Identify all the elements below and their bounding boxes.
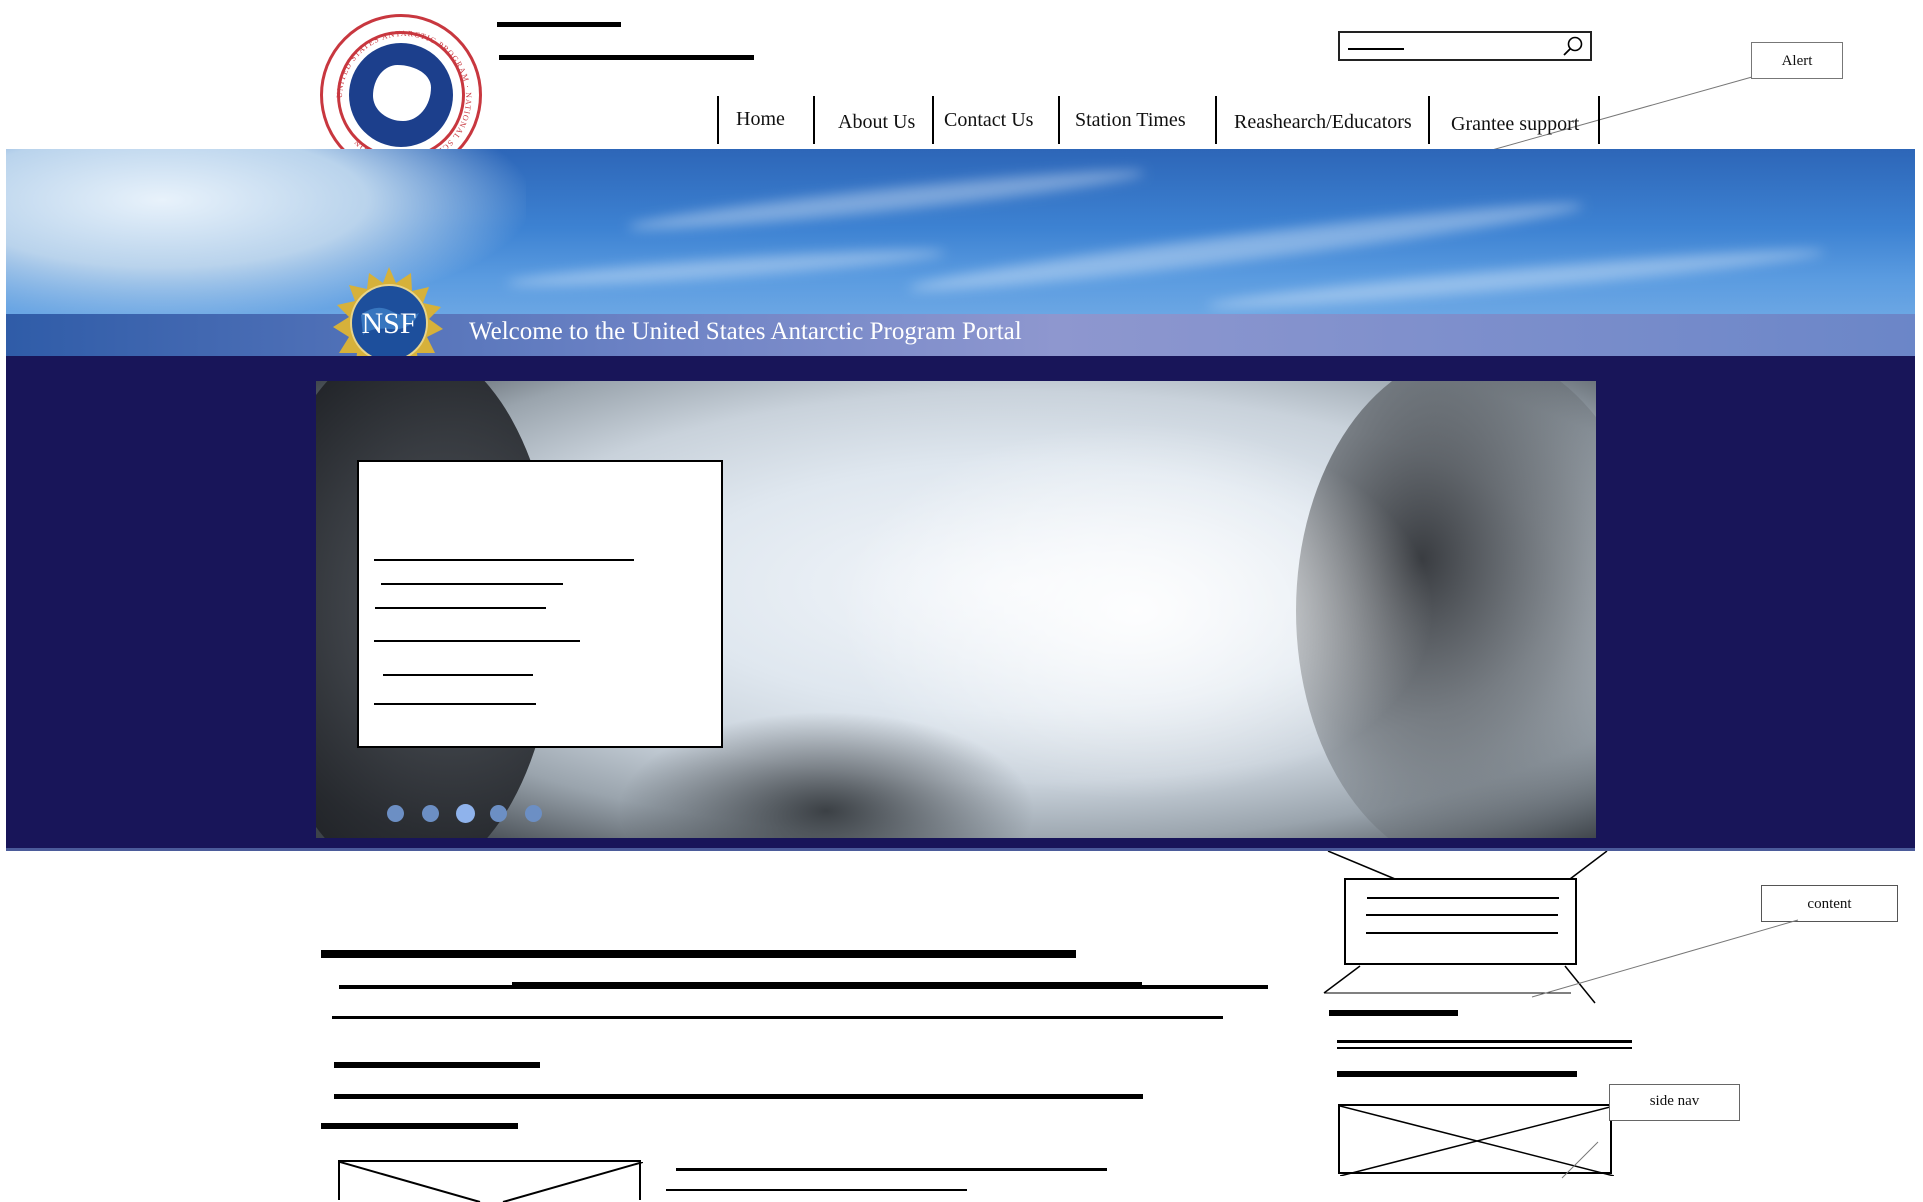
content-annotation: content — [1761, 885, 1898, 922]
svg-text:UNITED STATES ANTARCTIC PROGRA: UNITED STATES ANTARCTIC PROGRAM · NATION… — [335, 29, 473, 167]
caption-line — [381, 583, 563, 585]
caption-line — [375, 607, 546, 609]
side-nav-annotation-leader — [1561, 1141, 1599, 1179]
alert-annotation: Alert — [1751, 42, 1843, 79]
nav-divider — [717, 96, 719, 144]
slide-indicator-1[interactable] — [387, 805, 404, 822]
side-nav-heading-placeholder — [1329, 1010, 1458, 1016]
side-nav-link-line[interactable] — [1337, 1071, 1577, 1077]
nav-divider — [932, 96, 934, 144]
search-input[interactable] — [1338, 31, 1592, 61]
side-nav-link-line[interactable] — [1337, 1047, 1632, 1049]
slide-indicator-4[interactable] — [490, 805, 507, 822]
side-nav-annotation: side nav — [1609, 1084, 1740, 1121]
nav-about-us[interactable]: About Us — [838, 110, 915, 134]
slide-indicator-5[interactable] — [525, 805, 542, 822]
iceberg-shape — [6, 149, 526, 319]
hero-caption-panel — [357, 460, 723, 748]
svg-text:NSF: NSF — [361, 307, 416, 340]
hero-bottom-rule — [6, 848, 1915, 851]
nav-divider — [813, 96, 815, 144]
welcome-heading: Welcome to the United States Antarctic P… — [469, 318, 1022, 345]
nav-station-times[interactable]: Station Times — [1075, 108, 1186, 132]
side-nav-link-line[interactable] — [1337, 1040, 1632, 1043]
nav-divider — [1598, 96, 1600, 144]
nav-research-educators[interactable]: Reashearch/Educators — [1234, 110, 1412, 134]
caption-line — [374, 703, 536, 705]
article-text-line — [676, 1168, 1107, 1171]
slide-indicator-3-active[interactable] — [456, 804, 475, 823]
nav-divider — [1428, 96, 1430, 144]
site-subtitle-placeholder — [499, 55, 754, 60]
subheading-placeholder — [334, 1062, 540, 1068]
slide-indicator-2[interactable] — [422, 805, 439, 822]
nav-divider — [1058, 96, 1060, 144]
article-text-line — [321, 1123, 518, 1129]
callout-line — [1366, 914, 1558, 916]
ice-sheet-highlight — [836, 421, 1436, 801]
site-title-placeholder — [497, 22, 621, 27]
article-text-line — [332, 1016, 1223, 1019]
article-text-line — [334, 1094, 1143, 1099]
search-input-placeholder — [1348, 48, 1404, 50]
nav-divider — [1215, 96, 1217, 144]
article-heading-placeholder — [321, 950, 1076, 958]
nav-home[interactable]: Home — [736, 107, 785, 131]
nav-contact-us[interactable]: Contact Us — [944, 108, 1033, 132]
caption-line — [383, 674, 533, 676]
cloud-streak — [505, 243, 947, 293]
content-annotation-leader — [1531, 919, 1799, 998]
search-icon[interactable] — [1562, 35, 1584, 57]
caption-line — [374, 559, 634, 561]
article-text-line — [512, 982, 1142, 985]
article-text-line — [339, 985, 1268, 989]
cloud-streak — [626, 161, 1146, 239]
caption-line — [374, 640, 580, 642]
nav-grantee-support[interactable]: Grantee support — [1451, 112, 1579, 136]
image-placeholder — [338, 1160, 643, 1202]
callout-line — [1367, 897, 1559, 899]
